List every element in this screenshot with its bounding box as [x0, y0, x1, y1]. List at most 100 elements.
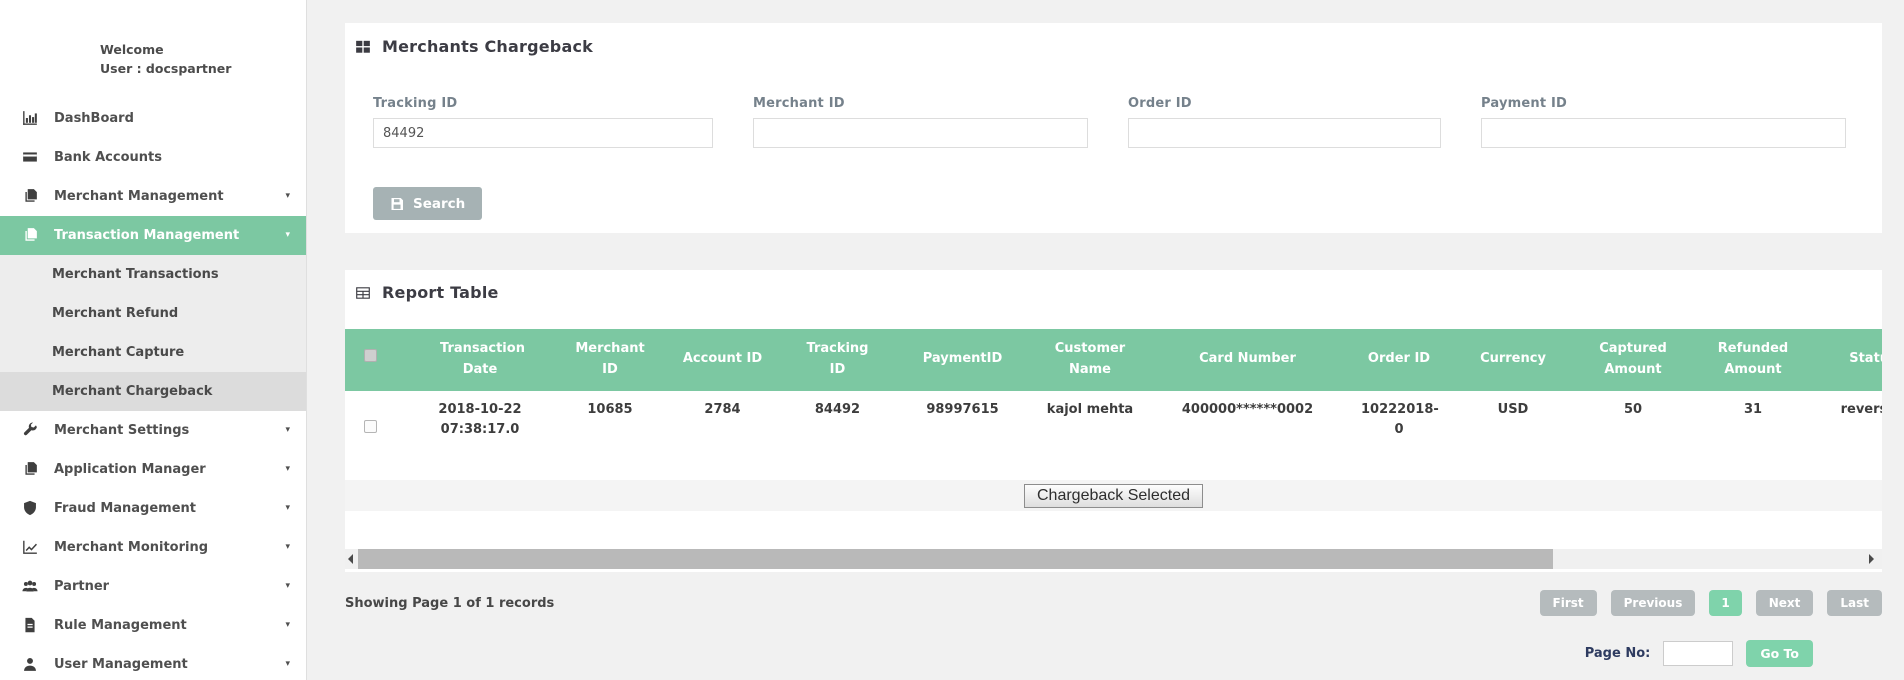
files-icon — [22, 188, 38, 204]
col-status: Status — [1823, 329, 1882, 391]
payment-id-input[interactable] — [1481, 118, 1846, 148]
col-refunded-amount: Refunded Amount — [1683, 329, 1823, 391]
cell-customer-name: kajol mehta — [1040, 391, 1140, 472]
sidebar-item-label: DashBoard — [54, 111, 134, 126]
shield-icon — [22, 500, 38, 516]
payment-id-field-group: Payment ID — [1481, 96, 1846, 148]
sidebar-subitem-merchant-chargeback[interactable]: Merchant Chargeback — [0, 372, 306, 411]
col-account-id: Account ID — [655, 329, 790, 391]
merchant-id-field-group: Merchant ID — [753, 96, 1088, 148]
page-no-input[interactable] — [1663, 641, 1733, 666]
file-text-icon — [22, 617, 38, 633]
order-id-input[interactable] — [1128, 118, 1441, 148]
showing-records-text: Showing Page 1 of 1 records — [345, 596, 554, 611]
sidebar-item-merchant-monitoring[interactable]: Merchant Monitoring ▾ — [0, 528, 306, 567]
cell-order-id: 10222018-0 — [1355, 391, 1443, 472]
app: Welcome User : docspartner DashBoard Ban… — [0, 0, 1904, 680]
cell-merchant-id: 10685 — [565, 391, 655, 472]
chevron-down-icon: ▾ — [285, 503, 290, 513]
save-icon — [390, 197, 404, 211]
cell-payment-id: 98997615 — [885, 391, 1040, 472]
current-page-button[interactable]: 1 — [1709, 590, 1741, 616]
last-page-button[interactable]: Last — [1827, 590, 1882, 616]
sidebar-subitem-merchant-refund[interactable]: Merchant Refund — [0, 294, 306, 333]
select-all-checkbox[interactable] — [364, 349, 377, 362]
th-large-icon — [355, 39, 371, 55]
report-title: Report Table — [382, 283, 499, 302]
cell-card-number: 400000******0002 — [1140, 391, 1355, 472]
sidebar-item-merchant-settings[interactable]: Merchant Settings ▾ — [0, 411, 306, 450]
horizontal-scrollbar[interactable] — [345, 549, 1882, 569]
subitem-label: Merchant Refund — [52, 306, 178, 321]
sidebar-item-transaction-management[interactable]: Transaction Management ▾ — [0, 216, 306, 255]
cell-status: reversed — [1823, 391, 1882, 472]
sidebar-item-fraud-management[interactable]: Fraud Management ▾ — [0, 489, 306, 528]
table-header-row: Transaction Date Merchant ID Account ID … — [345, 329, 1882, 391]
col-tracking-id: Tracking ID — [790, 329, 885, 391]
report-header: Report Table — [355, 283, 1882, 302]
pagination-row: Showing Page 1 of 1 records First Previo… — [345, 590, 1882, 616]
chevron-down-icon: ▾ — [285, 191, 290, 201]
sidebar-item-partner[interactable]: Partner ▾ — [0, 567, 306, 606]
page-title: Merchants Chargeback — [382, 37, 593, 56]
chargeback-action-row: Chargeback Selected — [345, 480, 1882, 511]
sidebar-item-label: Transaction Management — [54, 228, 239, 243]
sidebar-subitem-merchant-transactions[interactable]: Merchant Transactions — [0, 255, 306, 294]
credit-card-icon — [22, 149, 38, 165]
files-icon — [22, 227, 38, 243]
col-card-number: Card Number — [1140, 329, 1355, 391]
page-no-label: Page No: — [1585, 646, 1651, 661]
chargeback-selected-button[interactable]: Chargeback Selected — [1024, 484, 1203, 508]
scroll-left-icon[interactable] — [348, 554, 353, 564]
pagination-controls: First Previous 1 Next Last — [1540, 590, 1882, 616]
sidebar-item-application-manager[interactable]: Application Manager ▾ — [0, 450, 306, 489]
scrollbar-thumb[interactable] — [358, 549, 1553, 569]
sidebar-item-user-management[interactable]: User Management ▾ — [0, 645, 306, 680]
sidebar-item-label: Merchant Settings — [54, 423, 189, 438]
merchant-id-label: Merchant ID — [753, 96, 1088, 111]
chevron-down-icon: ▾ — [285, 542, 290, 552]
search-card: Merchants Chargeback Tracking ID Merchan… — [345, 23, 1882, 233]
subitem-label: Merchant Capture — [52, 345, 184, 360]
sidebar-item-rule-management[interactable]: Rule Management ▾ — [0, 606, 306, 645]
report-table: Transaction Date Merchant ID Account ID … — [345, 329, 1882, 471]
merchant-id-input[interactable] — [753, 118, 1088, 148]
row-checkbox[interactable] — [364, 420, 377, 433]
first-page-button[interactable]: First — [1540, 590, 1597, 616]
chevron-down-icon: ▾ — [285, 425, 290, 435]
chevron-down-icon: ▾ — [285, 620, 290, 630]
sidebar-item-label: Merchant Monitoring — [54, 540, 208, 555]
sidebar-subitem-merchant-capture[interactable]: Merchant Capture — [0, 333, 306, 372]
sidebar-item-merchant-management[interactable]: Merchant Management ▾ — [0, 177, 306, 216]
sidebar-nav: DashBoard Bank Accounts Merchant Managem… — [0, 99, 306, 680]
chevron-down-icon: ▾ — [285, 230, 290, 240]
chevron-down-icon: ▾ — [285, 464, 290, 474]
tracking-id-input[interactable] — [373, 118, 713, 148]
subitem-label: Merchant Chargeback — [52, 384, 212, 399]
col-transaction-date: Transaction Date — [395, 329, 565, 391]
sidebar-item-bank-accounts[interactable]: Bank Accounts — [0, 138, 306, 177]
cell-currency: USD — [1443, 391, 1583, 472]
users-icon — [22, 578, 38, 594]
next-page-button[interactable]: Next — [1756, 590, 1814, 616]
search-button-label: Search — [413, 196, 465, 212]
chevron-down-icon: ▾ — [285, 659, 290, 669]
col-captured-amount: Captured Amount — [1583, 329, 1683, 391]
report-table-wrap: Transaction Date Merchant ID Account ID … — [345, 329, 1882, 471]
sidebar-item-dashboard[interactable]: DashBoard — [0, 99, 306, 138]
scroll-right-icon[interactable] — [1869, 554, 1874, 564]
report-card: Report Table Transaction Date Merchant I… — [345, 270, 1882, 572]
previous-page-button[interactable]: Previous — [1611, 590, 1696, 616]
order-id-label: Order ID — [1128, 96, 1441, 111]
search-form: Tracking ID Merchant ID Order ID Payment… — [373, 96, 1854, 148]
payment-id-label: Payment ID — [1481, 96, 1846, 111]
main-content: Merchants Chargeback Tracking ID Merchan… — [307, 0, 1904, 680]
sidebar-item-label: Merchant Management — [54, 189, 224, 204]
sidebar-item-label: Rule Management — [54, 618, 187, 633]
tracking-id-field-group: Tracking ID — [373, 96, 713, 148]
table-icon — [355, 285, 371, 301]
welcome-block: Welcome User : docspartner — [100, 40, 306, 79]
goto-button[interactable]: Go To — [1746, 640, 1813, 667]
search-button[interactable]: Search — [373, 187, 482, 220]
order-id-field-group: Order ID — [1128, 96, 1441, 148]
